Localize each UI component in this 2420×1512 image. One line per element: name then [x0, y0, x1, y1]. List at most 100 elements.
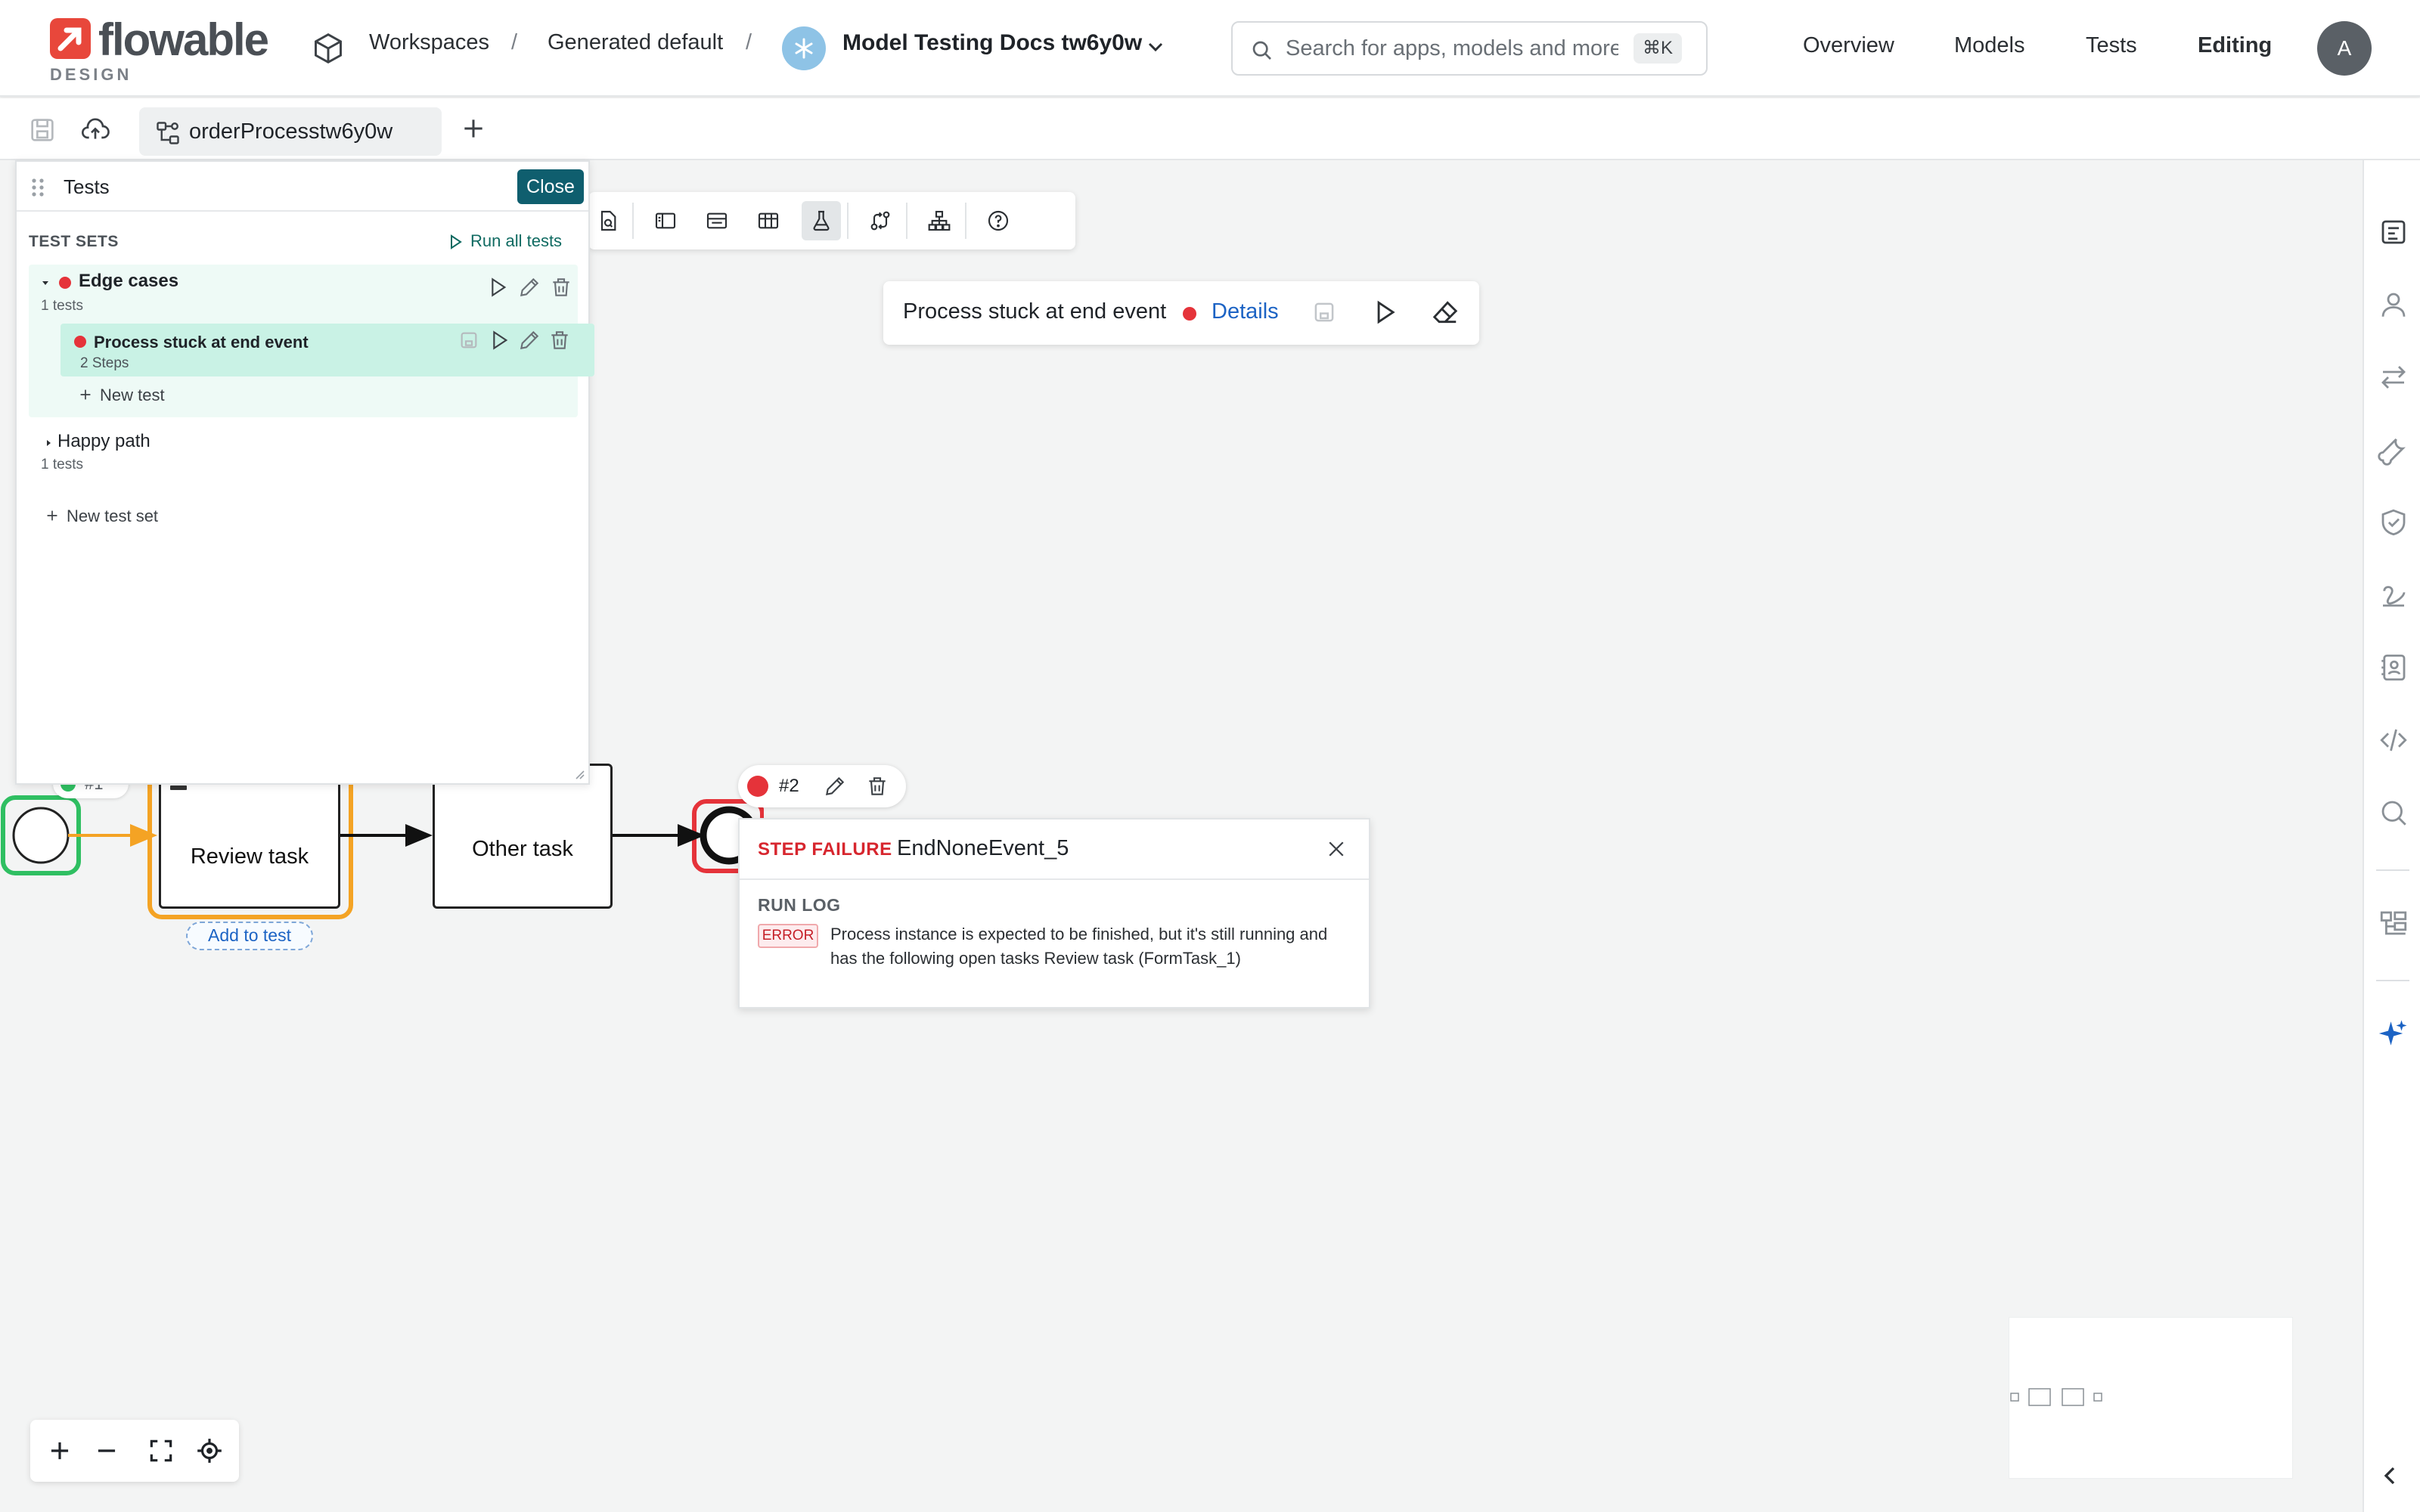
run-all-tests-button[interactable]: Run all tests	[446, 228, 582, 256]
structure-icon[interactable]	[2378, 907, 2409, 939]
review-task[interactable]: Review task	[159, 780, 340, 909]
add-tab-icon[interactable]	[458, 113, 489, 144]
popup-header: STEP FAILURE EndNoneEvent_5	[740, 820, 1369, 880]
pencil-icon[interactable]	[517, 275, 541, 299]
search-icon	[1249, 38, 1274, 62]
add-to-test-button[interactable]: Add to test	[186, 922, 313, 950]
flask-icon[interactable]	[802, 201, 841, 240]
test-item-process-stuck[interactable]: Process stuck at end event 2 Steps	[60, 324, 594, 376]
run-log-heading: RUN LOG	[758, 895, 841, 915]
contact-card-icon[interactable]	[2378, 652, 2409, 683]
help-icon[interactable]	[979, 201, 1018, 240]
error-badge: ERROR	[758, 924, 818, 948]
pencil-icon[interactable]	[823, 774, 847, 798]
tests-panel-header: Tests Close	[17, 162, 588, 212]
breadcrumb-generated-default[interactable]: Generated default	[548, 30, 723, 55]
failure-status-dot	[59, 277, 71, 289]
test-sets-heading: TEST SETS	[29, 233, 119, 250]
user-icon[interactable]	[2378, 289, 2409, 321]
panel-left-icon[interactable]	[646, 201, 685, 240]
other-task[interactable]: Other task	[433, 764, 613, 909]
fit-screen-icon[interactable]	[147, 1436, 175, 1465]
resize-grip-icon[interactable]	[572, 767, 585, 780]
canvas-toolbar	[588, 192, 1075, 249]
user-task-marker-icon	[170, 785, 187, 790]
swap-arrows-icon[interactable]	[2378, 361, 2409, 393]
close-tests-panel-button[interactable]: Close	[517, 169, 584, 204]
trash-icon[interactable]	[548, 328, 572, 352]
document-search-icon[interactable]	[588, 201, 628, 240]
active-test-status-bar: Process stuck at end event Details	[883, 281, 1479, 345]
plus-icon	[47, 510, 57, 521]
model-tab-label: orderProcesstw6y0w	[189, 119, 393, 144]
list-panel-icon[interactable]	[697, 201, 737, 240]
table-icon[interactable]	[749, 201, 788, 240]
search-shortcut-badge: ⌘K	[1634, 33, 1683, 64]
caret-down-icon[interactable]	[39, 277, 51, 289]
play-icon	[451, 234, 462, 249]
breadcrumb-workspaces[interactable]: Workspaces	[369, 30, 489, 55]
minimap-diagram	[2010, 1388, 2102, 1406]
model-tab[interactable]: orderProcesstw6y0w	[139, 107, 442, 156]
zoom-out-icon[interactable]	[92, 1436, 121, 1465]
user-avatar[interactable]: A	[2317, 21, 2372, 76]
trash-icon[interactable]	[865, 774, 889, 798]
app-avatar-icon	[782, 26, 826, 70]
center-target-icon[interactable]	[195, 1436, 224, 1465]
search-input[interactable]	[1286, 33, 1618, 64]
save-icon[interactable]	[457, 328, 481, 352]
trash-icon[interactable]	[549, 275, 573, 299]
step-chip-2[interactable]: #2	[738, 765, 906, 807]
eraser-icon[interactable]	[1431, 298, 1460, 327]
nav-tests[interactable]: Tests	[2086, 33, 2137, 58]
wrench-icon[interactable]	[2378, 434, 2409, 466]
nav-editing[interactable]: Editing	[2198, 33, 2272, 58]
new-test-set-label: New test set	[67, 507, 159, 525]
search-icon[interactable]	[2378, 797, 2409, 829]
shield-check-icon[interactable]	[2378, 507, 2409, 538]
code-icon[interactable]	[2378, 724, 2409, 756]
close-icon[interactable]	[1325, 838, 1348, 860]
hierarchy-icon[interactable]	[920, 201, 959, 240]
cloud-upload-icon[interactable]	[80, 115, 110, 145]
global-search[interactable]: ⌘K	[1231, 21, 1708, 76]
new-test-label: New test	[100, 386, 165, 404]
test-set-happy-path[interactable]: Happy path	[57, 431, 150, 452]
drag-handle-icon[interactable]	[30, 177, 45, 198]
nav-overview[interactable]: Overview	[1803, 33, 1894, 58]
nav-models[interactable]: Models	[1954, 33, 2025, 58]
minimap[interactable]	[2009, 1317, 2293, 1479]
plus-icon	[80, 389, 91, 400]
save-icon[interactable]	[27, 115, 57, 145]
tests-panel-title: Tests	[64, 175, 110, 198]
play-icon[interactable]	[1370, 298, 1399, 327]
test-steps-count: 2 Steps	[80, 355, 129, 371]
step-failure-popup: STEP FAILURE EndNoneEvent_5 RUN LOG ERRO…	[738, 818, 1370, 1009]
new-test-button[interactable]: New test	[77, 386, 165, 410]
ai-sparkle-icon[interactable]	[2378, 1018, 2409, 1049]
details-link[interactable]: Details	[1212, 299, 1279, 324]
new-test-set-button[interactable]: New test set	[44, 507, 158, 532]
top-header: flowable DESIGN Workspaces / Generated d…	[0, 0, 2420, 97]
flowable-logo[interactable]: flowable DESIGN	[50, 14, 284, 88]
breadcrumb-separator: /	[746, 30, 752, 54]
pencil-icon[interactable]	[517, 328, 541, 352]
app-title[interactable]: Model Testing Docs tw6y0w	[842, 30, 1142, 56]
test-set-count: 1 tests	[41, 298, 83, 314]
signature-icon[interactable]	[2378, 579, 2409, 611]
test-set-name: Edge cases	[79, 271, 179, 291]
chevron-left-icon[interactable]	[2375, 1461, 2405, 1491]
editor-tab-bar: orderProcesstw6y0w	[0, 98, 2420, 160]
properties-icon[interactable]	[2378, 216, 2409, 248]
step-failure-label: STEP FAILURE	[758, 839, 892, 860]
zoom-controls	[30, 1420, 239, 1482]
play-icon[interactable]	[486, 275, 510, 299]
zoom-in-icon[interactable]	[45, 1436, 74, 1465]
play-icon[interactable]	[487, 328, 511, 352]
caret-right-icon[interactable]	[42, 437, 54, 449]
git-compare-icon[interactable]	[861, 201, 900, 240]
right-tool-rail	[2363, 160, 2420, 1512]
save-icon[interactable]	[1310, 298, 1339, 327]
toolbar-divider	[847, 203, 849, 239]
chevron-down-icon[interactable]	[1143, 35, 1168, 59]
